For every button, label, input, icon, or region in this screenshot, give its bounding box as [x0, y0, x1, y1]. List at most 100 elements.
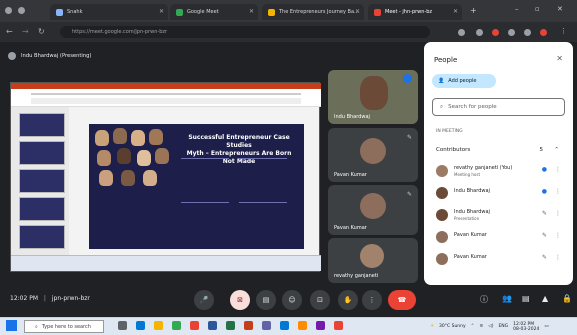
mail-icon[interactable]: [280, 321, 289, 330]
maximize-icon[interactable]: ▫: [535, 5, 540, 13]
app-icon[interactable]: [334, 321, 343, 330]
portrait-image: [113, 128, 127, 144]
speaking-icon: ●: [541, 188, 547, 195]
tab-label: Snahk: [67, 9, 83, 15]
captions-button[interactable]: ▤: [256, 290, 276, 310]
people-icon[interactable]: 👥: [502, 294, 512, 303]
onenote-icon[interactable]: [316, 321, 325, 330]
portrait-image: [155, 148, 169, 164]
sidebar-icon[interactable]: [524, 29, 531, 36]
extensions-puzzle-icon[interactable]: [508, 29, 515, 36]
meeting-clock: 12:02 PM | jpn-prwn-bzr: [10, 295, 90, 302]
present-button[interactable]: ⊡: [310, 290, 330, 310]
activities-icon[interactable]: ▲: [542, 294, 548, 303]
profile-avatar-icon[interactable]: [540, 29, 547, 36]
more-options-icon[interactable]: ⋮: [555, 188, 561, 195]
slide-title-line: Successful Entrepreneur Case Studies: [188, 134, 290, 149]
chat-icon[interactable]: ▤: [522, 294, 530, 303]
emoji-button[interactable]: ☺: [282, 290, 302, 310]
volume-icon[interactable]: ◁): [488, 324, 493, 329]
tile-name: Pavan Kumar: [334, 172, 367, 178]
slide-thumbnails: [11, 107, 69, 255]
powerpoint-icon[interactable]: [244, 321, 253, 330]
search-placeholder: Type here to search: [41, 323, 91, 330]
clock-time: 12:02 PM: [10, 295, 38, 302]
more-options-icon[interactable]: ⋮: [555, 254, 561, 261]
windows-search-input[interactable]: ⌕ Type here to search: [24, 320, 104, 333]
close-icon[interactable]: ✕: [249, 8, 254, 15]
participant-row[interactable]: Pavan Kumar ✎ ⋮: [432, 250, 565, 268]
menu-dots-icon[interactable]: ⋮: [560, 27, 567, 35]
participant-tile[interactable]: Pavan Kumar ✎: [328, 128, 418, 182]
leave-call-button[interactable]: ☎: [388, 290, 416, 310]
record-icon[interactable]: [492, 29, 499, 36]
participant-row[interactable]: Indu Bhardwaj ● ⋮: [432, 184, 565, 202]
word-icon[interactable]: [208, 321, 217, 330]
participant-tile[interactable]: Pavan Kumar ✎: [328, 185, 418, 235]
slide-thumb: [19, 113, 65, 137]
close-icon[interactable]: ✕: [453, 8, 458, 15]
info-icon[interactable]: ⓘ: [480, 294, 488, 305]
reload-icon[interactable]: ↻: [38, 27, 45, 36]
chrome-icon[interactable]: [190, 321, 199, 330]
tab-4-active[interactable]: Meet - jhn-prwn-bz ✕: [368, 4, 462, 20]
mic-off-icon: ✎: [406, 134, 412, 141]
language-indicator[interactable]: ENG: [498, 324, 508, 329]
bookmark-icon[interactable]: [458, 29, 465, 36]
edge-icon[interactable]: [136, 321, 145, 330]
case-study-block: [181, 202, 229, 238]
participant-tile[interactable]: revathy ganjaneti: [328, 238, 418, 283]
participant-name: Indu Bhardwaj: [454, 209, 490, 215]
more-options-button[interactable]: ⋮: [362, 290, 382, 310]
add-people-button[interactable]: 👤 Add people: [432, 74, 496, 88]
excel-icon[interactable]: [226, 321, 235, 330]
minimize-icon[interactable]: –: [515, 5, 519, 13]
participant-row[interactable]: Pavan Kumar ✎ ⋮: [432, 228, 565, 246]
app-icon[interactable]: [298, 321, 307, 330]
tray-up-icon[interactable]: ⌃: [471, 324, 475, 329]
raise-hand-button[interactable]: ✋: [338, 290, 358, 310]
tab-1[interactable]: Snahk ✕: [50, 4, 168, 20]
more-options-icon[interactable]: ⋮: [555, 210, 561, 217]
more-options-icon[interactable]: ⋮: [555, 232, 561, 239]
notifications-icon[interactable]: ▭: [544, 324, 548, 329]
extension-icon[interactable]: [476, 29, 483, 36]
new-tab-icon[interactable]: +: [470, 6, 477, 15]
camera-off-button[interactable]: ⊠: [230, 290, 250, 310]
participant-row[interactable]: revathy ganjaneti (You) Meeting host ● ⋮: [432, 162, 565, 180]
slide-thumb: [19, 141, 65, 165]
profile-icon[interactable]: [18, 7, 25, 14]
contributors-header[interactable]: Contributors 5 ⌃: [432, 144, 565, 156]
meet-favicon-icon: [374, 8, 381, 16]
back-icon[interactable]: ←: [6, 27, 13, 36]
mic-off-icon: ✎: [541, 254, 547, 261]
mic-button[interactable]: 🎤: [194, 290, 214, 310]
present-icon: ⊡: [317, 296, 323, 304]
tab-2[interactable]: Google Meet ✕: [170, 4, 258, 20]
window-close-icon[interactable]: ✕: [557, 5, 563, 13]
close-icon[interactable]: ✕: [556, 54, 563, 63]
task-view-icon[interactable]: [118, 321, 127, 330]
forward-icon[interactable]: →: [22, 27, 29, 36]
more-options-icon[interactable]: ⋮: [555, 166, 561, 173]
app-icon[interactable]: [172, 321, 181, 330]
taskbar-clock[interactable]: 12:02 PM 08-03-2024: [513, 322, 539, 332]
participant-row[interactable]: Indu Bhardwaj Presentation ✎ ⋮: [432, 206, 565, 224]
teams-icon[interactable]: [262, 321, 271, 330]
search-icon: ⌕: [35, 323, 38, 330]
url-field[interactable]: https://meet.google.com/jpn-prwn-bzr: [60, 26, 430, 38]
avatar: [360, 138, 386, 164]
windows-start-icon[interactable]: [6, 320, 17, 331]
network-icon[interactable]: ≋: [479, 324, 483, 329]
close-icon[interactable]: ✕: [159, 8, 164, 15]
explorer-icon[interactable]: [154, 321, 163, 330]
people-search-input[interactable]: ⌕ Search for people: [432, 98, 565, 116]
participant-tile[interactable]: Indu Bhardwaj: [328, 70, 418, 124]
weather-text[interactable]: 30°C Sunny: [439, 324, 466, 329]
close-icon[interactable]: ✕: [355, 8, 360, 15]
tab-favicon-icon: [268, 8, 275, 16]
taskbar-date: 08-03-2024: [513, 326, 540, 332]
window-menu-icon[interactable]: [5, 7, 12, 14]
tab-3[interactable]: The Entrepreneurs Journey Ba... ✕: [262, 4, 364, 20]
host-controls-icon[interactable]: 🔒: [562, 294, 572, 303]
